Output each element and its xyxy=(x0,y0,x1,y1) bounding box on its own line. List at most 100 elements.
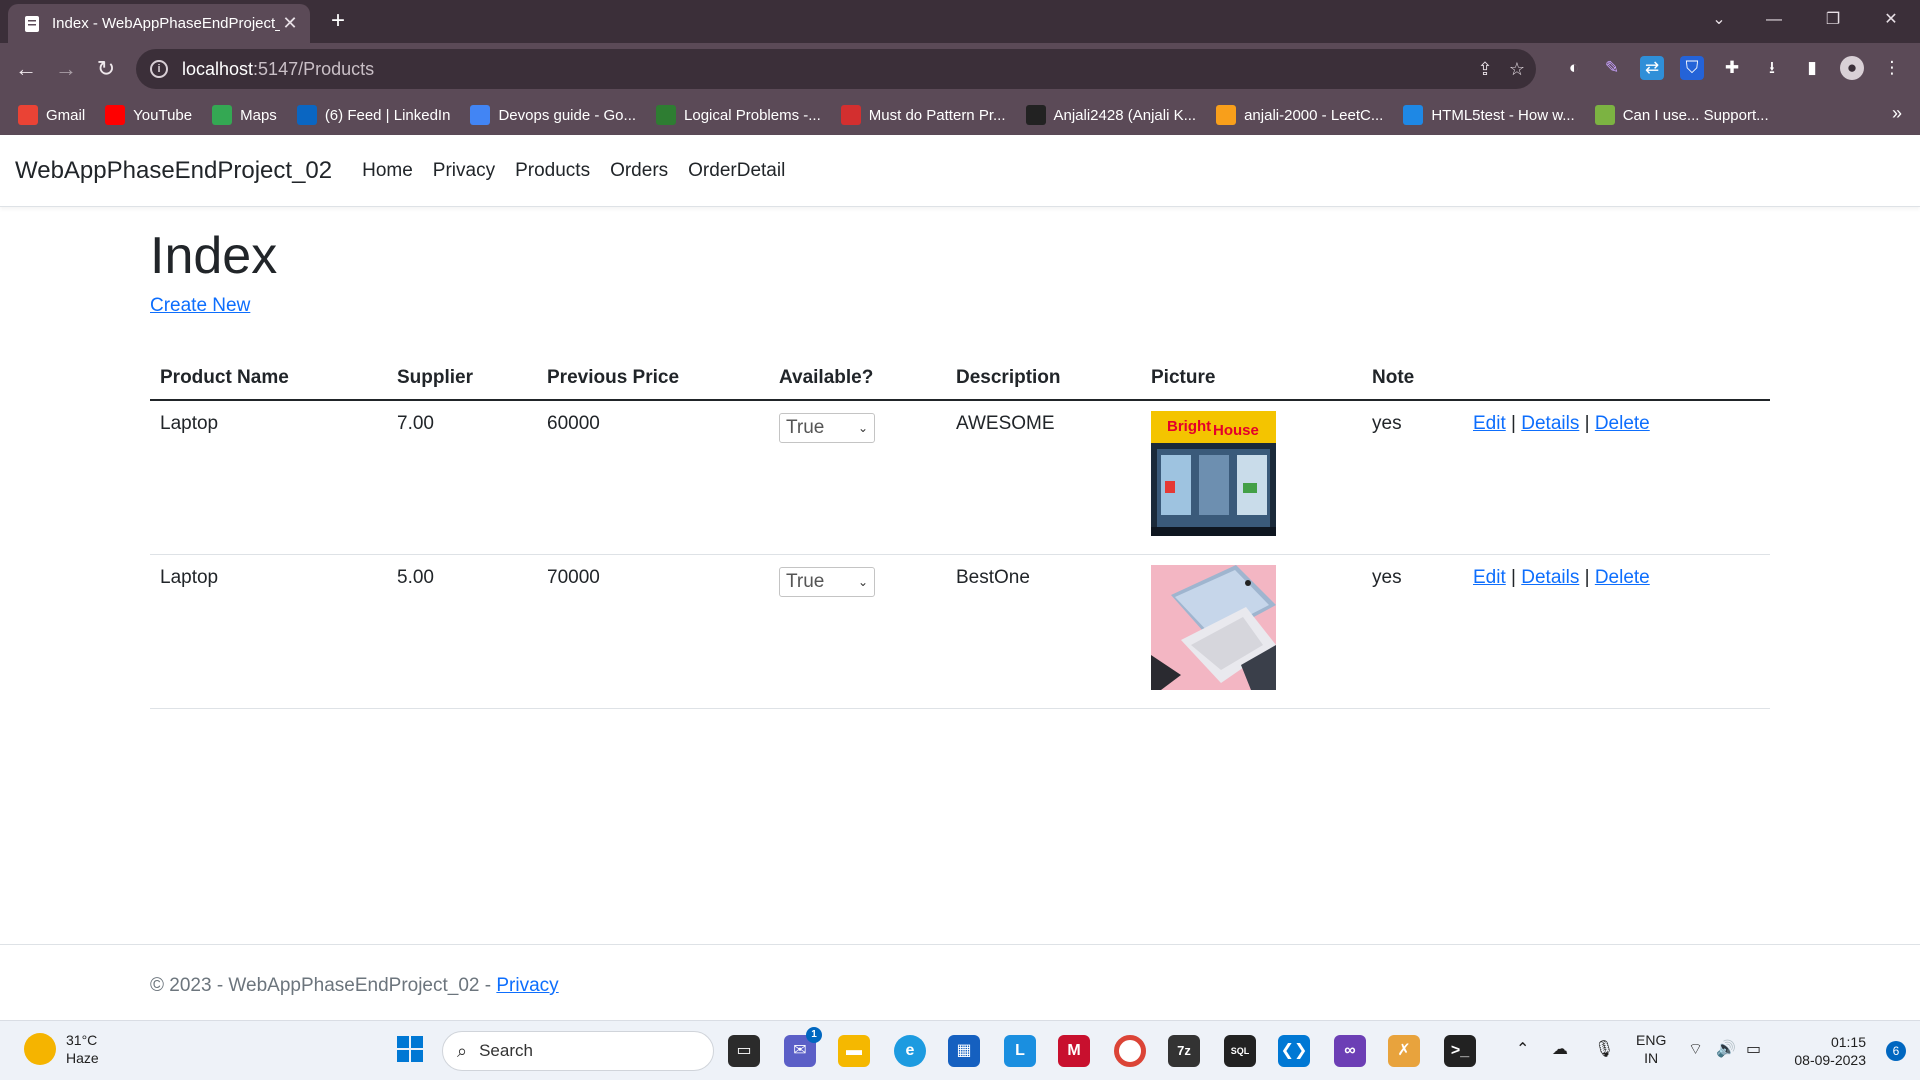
chat-icon[interactable]: ✉ 1 xyxy=(784,1027,822,1067)
close-window-button[interactable]: ✕ xyxy=(1868,0,1914,40)
battery-icon[interactable]: ▭ xyxy=(1746,1039,1761,1059)
nav-home[interactable]: Home xyxy=(362,160,413,182)
extension-circle-icon[interactable]: ◐ xyxy=(1562,56,1586,80)
extension-translate-icon[interactable]: ⇄ xyxy=(1640,56,1664,80)
delete-link[interactable]: Delete xyxy=(1595,567,1650,588)
details-link[interactable]: Details xyxy=(1521,413,1579,434)
clock-time: 01:15 xyxy=(1830,1034,1866,1050)
share-icon[interactable]: ⇪ xyxy=(1474,58,1496,80)
close-tab-icon[interactable]: ✕ xyxy=(280,13,300,34)
bookmark-item[interactable]: Must do Pattern Pr... xyxy=(840,105,1006,125)
delete-link[interactable]: Delete xyxy=(1595,413,1650,434)
bookmark-item[interactable]: Anjali2428 (Anjali K... xyxy=(1025,105,1197,125)
page-footer: © 2023 - WebAppPhaseEndProject_02 - Priv… xyxy=(0,944,1920,1020)
page-viewport: WebAppPhaseEndProject_02 Home Privacy Pr… xyxy=(0,135,1920,1020)
notification-badge[interactable]: 6 xyxy=(1886,1041,1906,1061)
cell-product-name: Laptop xyxy=(150,554,387,709)
page-title: Index xyxy=(150,227,278,285)
store-icon[interactable]: ▦ xyxy=(948,1035,980,1067)
browser-tab-active[interactable]: Index - WebAppPhaseEndProject_02 ✕ xyxy=(8,4,310,43)
footer-text: © 2023 - WebAppPhaseEndProject_02 - Priv… xyxy=(150,975,559,997)
extension-shield-icon[interactable]: ⛉ xyxy=(1680,56,1704,80)
extensions-puzzle-icon[interactable]: ✚ xyxy=(1720,56,1744,80)
back-button[interactable]: ← xyxy=(12,55,40,83)
mysql-icon[interactable]: SQL xyxy=(1224,1035,1256,1067)
vscode-icon[interactable]: ❮❯ xyxy=(1278,1035,1310,1067)
tray-overflow-icon[interactable]: ⌃ xyxy=(1516,1039,1529,1059)
minimize-button[interactable]: — xyxy=(1751,0,1797,40)
language-indicator[interactable]: ENG IN xyxy=(1636,1031,1666,1067)
windows-start-icon[interactable] xyxy=(394,1035,426,1067)
weather-sun-icon xyxy=(24,1033,56,1065)
separator: | xyxy=(1511,567,1516,588)
restore-button[interactable]: ❐ xyxy=(1810,0,1856,40)
url-host: localhost xyxy=(182,58,254,79)
address-bar[interactable]: i localhost:5147/Products ⇪ ☆ xyxy=(136,49,1536,89)
bookmark-item[interactable]: HTML5test - How w... xyxy=(1403,105,1575,125)
bookmarks-overflow-icon[interactable]: » xyxy=(1892,103,1902,124)
bookmark-item[interactable]: Devops guide - Go... xyxy=(470,105,636,125)
wifi-icon[interactable]: ⌔ xyxy=(1688,1039,1703,1059)
edge-icon[interactable]: e xyxy=(894,1035,926,1067)
task-view-icon[interactable]: ▭ xyxy=(728,1035,760,1067)
available-select[interactable]: True ⌄ xyxy=(779,413,875,443)
l-app-icon[interactable]: L xyxy=(1004,1035,1036,1067)
extension-pen-icon[interactable]: ✎ xyxy=(1600,56,1624,80)
visual-studio-icon[interactable]: ∞ xyxy=(1334,1035,1366,1067)
volume-icon[interactable]: 🔊 xyxy=(1716,1039,1736,1059)
file-explorer-icon[interactable]: ▬ xyxy=(838,1035,870,1067)
footer-privacy-link[interactable]: Privacy xyxy=(496,975,558,996)
create-new-link[interactable]: Create New xyxy=(150,295,250,317)
bookmark-label: HTML5test - How w... xyxy=(1431,106,1575,124)
col-supplier: Supplier xyxy=(387,355,537,401)
app-brand-link[interactable]: WebAppPhaseEndProject_02 xyxy=(15,157,332,185)
cell-actions: Edit | Details | Delete xyxy=(1463,400,1770,555)
chrome-icon[interactable] xyxy=(1114,1035,1146,1067)
available-select[interactable]: True ⌄ xyxy=(779,567,875,597)
terminal-icon[interactable]: >_ xyxy=(1444,1035,1476,1067)
tuf-icon xyxy=(840,105,861,125)
col-actions xyxy=(1463,355,1770,401)
reload-button[interactable]: ↻ xyxy=(92,55,120,83)
microphone-icon[interactable]: 🎙 xyxy=(1594,1039,1614,1059)
clock[interactable]: 01:15 08-09-2023 xyxy=(1794,1033,1866,1069)
nav-orders[interactable]: Orders xyxy=(610,160,668,182)
bookmark-star-icon[interactable]: ☆ xyxy=(1506,58,1528,80)
nav-products[interactable]: Products xyxy=(515,160,590,182)
nav-orderdetail[interactable]: OrderDetail xyxy=(688,160,785,182)
details-link[interactable]: Details xyxy=(1521,567,1579,588)
bookmark-label: Anjali2428 (Anjali K... xyxy=(1053,106,1197,124)
profile-avatar[interactable]: ● xyxy=(1840,56,1864,80)
site-info-icon[interactable]: i xyxy=(150,60,168,78)
7zip-icon[interactable]: 7z xyxy=(1168,1035,1200,1067)
svg-text:Bright: Bright xyxy=(1167,418,1211,435)
bookmark-item[interactable]: anjali-2000 - LeetC... xyxy=(1216,105,1383,125)
chevron-down-icon: ⌄ xyxy=(857,421,868,435)
weather-widget[interactable]: 31°C Haze xyxy=(24,1031,99,1067)
new-tab-button[interactable]: + xyxy=(324,6,352,36)
logical-icon xyxy=(656,105,677,125)
paint-app-icon[interactable]: ✗ xyxy=(1388,1035,1420,1067)
taskbar-search-box[interactable]: ⌕ Search xyxy=(442,1031,714,1071)
bookmark-item[interactable]: Maps xyxy=(212,105,277,125)
side-panel-icon[interactable]: ▮ xyxy=(1800,56,1824,80)
bookmark-item[interactable]: Gmail xyxy=(18,105,85,125)
onedrive-icon[interactable]: ☁ xyxy=(1552,1039,1568,1059)
tab-search-icon[interactable]: ⌄ xyxy=(1696,0,1742,40)
mcafee-icon[interactable]: M xyxy=(1058,1035,1090,1067)
browser-menu-icon[interactable]: ⋮ xyxy=(1880,56,1904,80)
edit-link[interactable]: Edit xyxy=(1473,567,1506,588)
downloads-icon[interactable]: ⭳ xyxy=(1760,56,1784,80)
bookmarks-bar: Gmail YouTube Maps (6) Feed | LinkedIn Devop… xyxy=(0,95,1920,135)
bookmark-item[interactable]: Can I use... Support... xyxy=(1594,105,1769,125)
forward-button[interactable]: → xyxy=(52,55,80,83)
edit-link[interactable]: Edit xyxy=(1473,413,1506,434)
bookmark-label: Can I use... Support... xyxy=(1622,106,1769,124)
laptop-pink-photo xyxy=(1151,565,1276,690)
linkedin-icon xyxy=(296,105,317,125)
cell-available: True ⌄ xyxy=(769,400,946,555)
bookmark-item[interactable]: (6) Feed | LinkedIn xyxy=(296,105,450,125)
nav-privacy[interactable]: Privacy xyxy=(433,160,495,182)
bookmark-item[interactable]: YouTube xyxy=(105,105,192,125)
bookmark-item[interactable]: Logical Problems -... xyxy=(656,105,821,125)
